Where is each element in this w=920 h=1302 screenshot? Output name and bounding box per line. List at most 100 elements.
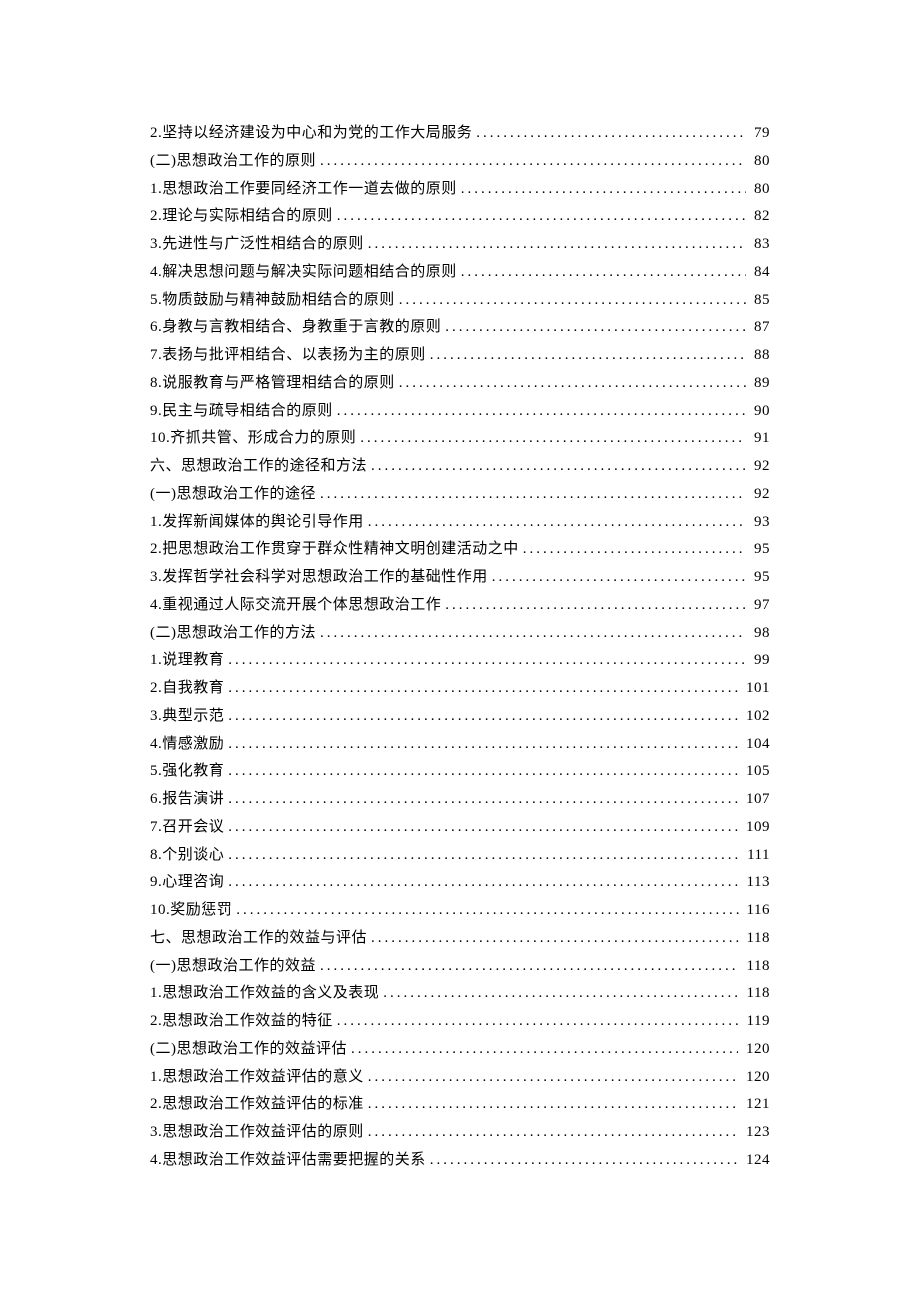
toc-label: 4.思想政治工作效益评估需要把握的关系 [150, 1147, 426, 1175]
toc-page: 121 [742, 1091, 770, 1119]
toc-dots: ........................................… [337, 1008, 739, 1036]
toc-page: 95 [750, 564, 770, 592]
toc-page: 113 [743, 869, 770, 897]
toc-dots: ........................................… [383, 980, 738, 1008]
toc-page: 118 [743, 980, 770, 1008]
toc-page: 84 [750, 259, 770, 287]
toc-container: 2.坚持以经济建设为中心和为党的工作大局服务..................… [150, 120, 770, 1175]
toc-page: 88 [750, 342, 770, 370]
toc-label: 2.理论与实际相结合的原则 [150, 203, 333, 231]
toc-dots: ........................................… [445, 314, 746, 342]
toc-label: 10.奖励惩罚 [150, 897, 232, 925]
toc-entry: 六、思想政治工作的途径和方法..........................… [150, 453, 770, 481]
toc-dots: ........................................… [228, 731, 738, 759]
toc-label: 9.民主与疏导相结合的原则 [150, 398, 333, 426]
toc-entry: 8.说服教育与严格管理相结合的原则.......................… [150, 370, 770, 398]
toc-entry: (一)思想政治工作的效益............................… [150, 953, 770, 981]
toc-dots: ........................................… [371, 925, 739, 953]
toc-dots: ........................................… [320, 481, 746, 509]
toc-dots: ........................................… [368, 1091, 738, 1119]
toc-entry: 5.物质鼓励与精神鼓励相结合的原则.......................… [150, 287, 770, 315]
toc-entry: 4.情感激励..................................… [150, 731, 770, 759]
toc-entry: 3.先进性与广泛性相结合的原则.........................… [150, 231, 770, 259]
toc-dots: ........................................… [320, 953, 739, 981]
toc-page: 92 [750, 453, 770, 481]
toc-page: 90 [750, 398, 770, 426]
toc-page: 102 [742, 703, 770, 731]
toc-label: 4.重视通过人际交流开展个体思想政治工作 [150, 592, 441, 620]
toc-entry: 7.表扬与批评相结合、以表扬为主的原则.....................… [150, 342, 770, 370]
toc-page: 101 [742, 675, 770, 703]
toc-label: 1.说理教育 [150, 647, 224, 675]
toc-dots: ........................................… [337, 203, 746, 231]
toc-entry: 1.发挥新闻媒体的舆论引导作用.........................… [150, 509, 770, 537]
toc-label: 2.自我教育 [150, 675, 224, 703]
toc-entry: 2.思想政治工作效益的特征...........................… [150, 1008, 770, 1036]
toc-entry: 8.个别谈心..................................… [150, 842, 770, 870]
toc-dots: ........................................… [228, 842, 739, 870]
toc-entry: 4.重视通过人际交流开展个体思想政治工作....................… [150, 592, 770, 620]
toc-entry: 1.思想政治工作要同经济工作一道去做的原则...................… [150, 176, 770, 204]
toc-page: 82 [750, 203, 770, 231]
toc-label: 2.思想政治工作效益的特征 [150, 1008, 333, 1036]
toc-page: 120 [742, 1036, 770, 1064]
toc-page: 107 [742, 786, 770, 814]
toc-dots: ........................................… [430, 342, 746, 370]
toc-dots: ........................................… [476, 120, 746, 148]
toc-entry: 9.心理咨询..................................… [150, 869, 770, 897]
toc-page: 89 [750, 370, 770, 398]
toc-label: 2.坚持以经济建设为中心和为党的工作大局服务 [150, 120, 472, 148]
toc-page: 109 [742, 814, 770, 842]
toc-dots: ........................................… [368, 1119, 738, 1147]
toc-dots: ........................................… [430, 1147, 738, 1175]
toc-label: 4.情感激励 [150, 731, 224, 759]
toc-dots: ........................................… [371, 453, 746, 481]
toc-dots: ........................................… [320, 148, 746, 176]
toc-dots: ........................................… [368, 1064, 738, 1092]
toc-entry: 1.思想政治工作效益评估的意义.........................… [150, 1064, 770, 1092]
toc-page: 105 [742, 758, 770, 786]
toc-label: 8.说服教育与严格管理相结合的原则 [150, 370, 395, 398]
toc-label: (二)思想政治工作的方法 [150, 620, 316, 648]
toc-label: 8.个别谈心 [150, 842, 224, 870]
toc-entry: 9.民主与疏导相结合的原则...........................… [150, 398, 770, 426]
toc-label: 1.思想政治工作要同经济工作一道去做的原则 [150, 176, 457, 204]
toc-page: 99 [750, 647, 770, 675]
toc-page: 91 [750, 425, 770, 453]
toc-entry: (二)思想政治工作的效益评估..........................… [150, 1036, 770, 1064]
toc-label: 七、思想政治工作的效益与评估 [150, 925, 367, 953]
toc-dots: ........................................… [228, 786, 738, 814]
toc-entry: 1.思想政治工作效益的含义及表现........................… [150, 980, 770, 1008]
toc-entry: 3.思想政治工作效益评估的原则.........................… [150, 1119, 770, 1147]
toc-label: (一)思想政治工作的效益 [150, 953, 316, 981]
toc-dots: ........................................… [368, 231, 746, 259]
toc-page: 118 [743, 925, 770, 953]
toc-entry: 3.发挥哲学社会科学对思想政治工作的基础性作用.................… [150, 564, 770, 592]
toc-entry: 2.自我教育..................................… [150, 675, 770, 703]
toc-entry: (二)思想政治工作的原则............................… [150, 148, 770, 176]
toc-page: 104 [742, 731, 770, 759]
toc-label: 7.召开会议 [150, 814, 224, 842]
toc-entry: 10.奖励惩罚.................................… [150, 897, 770, 925]
toc-entry: 6.身教与言教相结合、身教重于言教的原则....................… [150, 314, 770, 342]
toc-label: 3.先进性与广泛性相结合的原则 [150, 231, 364, 259]
toc-label: (一)思想政治工作的途径 [150, 481, 316, 509]
toc-page: 85 [750, 287, 770, 315]
toc-label: (二)思想政治工作的原则 [150, 148, 316, 176]
toc-entry: 4.解决思想问题与解决实际问题相结合的原则...................… [150, 259, 770, 287]
toc-page: 119 [743, 1008, 770, 1036]
toc-dots: ........................................… [445, 592, 746, 620]
toc-entry: (二)思想政治工作的方法............................… [150, 620, 770, 648]
toc-page: 87 [750, 314, 770, 342]
toc-label: 5.物质鼓励与精神鼓励相结合的原则 [150, 287, 395, 315]
toc-label: 1.思想政治工作效益评估的意义 [150, 1064, 364, 1092]
toc-dots: ........................................… [399, 287, 746, 315]
toc-label: 1.思想政治工作效益的含义及表现 [150, 980, 379, 1008]
toc-page: 116 [743, 897, 770, 925]
toc-entry: 6.报告演讲..................................… [150, 786, 770, 814]
toc-entry: 2.理论与实际相结合的原则...........................… [150, 203, 770, 231]
toc-label: 7.表扬与批评相结合、以表扬为主的原则 [150, 342, 426, 370]
toc-dots: ........................................… [399, 370, 746, 398]
toc-entry: 2.把思想政治工作贯穿于群众性精神文明创建活动之中...............… [150, 536, 770, 564]
toc-label: 6.报告演讲 [150, 786, 224, 814]
